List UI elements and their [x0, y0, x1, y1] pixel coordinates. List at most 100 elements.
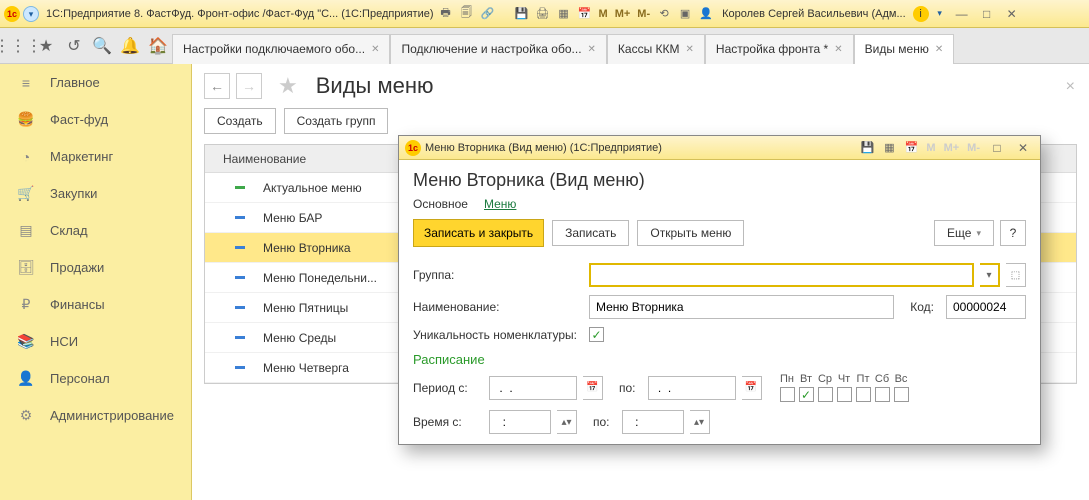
printer-icon[interactable]: 🖨: [534, 6, 552, 22]
chevron-down-icon: ▾: [976, 228, 981, 239]
close-icon[interactable]: ✕: [834, 44, 842, 55]
create-button[interactable]: Создать: [204, 108, 276, 134]
sidebar-item-nsi[interactable]: 📚НСИ: [0, 323, 191, 360]
sidebar-item-sales[interactable]: 🗄Продажи: [0, 249, 191, 286]
info-icon[interactable]: i: [913, 6, 929, 22]
doc-icon[interactable]: 🗐: [458, 6, 476, 22]
current-user: Королев Сергей Васильевич (Адм...: [722, 8, 906, 20]
close-icon[interactable]: ✕: [935, 44, 943, 55]
save-icon[interactable]: 💾: [858, 140, 876, 156]
code-input[interactable]: [946, 295, 1026, 319]
tab-item[interactable]: Кассы ККМ✕: [607, 34, 705, 64]
link-icon[interactable]: 🔗: [479, 6, 497, 22]
stepper-down[interactable]: ▴▾: [690, 410, 710, 434]
save-button[interactable]: Записать: [552, 220, 629, 246]
dropdown-icon[interactable]: ▾: [23, 6, 39, 22]
window-titlebar: 1c ▾ 1С:Предприятие 8. ФастФуд. Фронт-оф…: [0, 0, 1089, 28]
time-to-input[interactable]: [622, 410, 684, 434]
sidebar-item-fastfood[interactable]: 🍔Фаст-фуд: [0, 101, 191, 138]
print-icon[interactable]: 🖶: [437, 6, 455, 22]
day-checkbox[interactable]: [856, 387, 871, 402]
more-button[interactable]: Еще▾: [934, 220, 994, 246]
time-from-label: Время с:: [413, 415, 483, 429]
day-checkbox[interactable]: [780, 387, 795, 402]
sidebar-item-marketing[interactable]: ◔Маркетинг: [0, 138, 191, 175]
day-checkbox[interactable]: ✓: [799, 387, 814, 402]
open-ref-button[interactable]: ⬚: [1006, 263, 1026, 287]
nav-forward-button[interactable]: →: [236, 73, 262, 99]
nav-back-button[interactable]: ←: [204, 73, 230, 99]
calendar-button[interactable]: 📅: [742, 376, 762, 400]
memory-mplus: M+: [942, 142, 962, 154]
dropdown-button[interactable]: ▾: [980, 263, 1000, 287]
apps-icon[interactable]: ⋮⋮⋮: [4, 32, 32, 60]
window-title: 1С:Предприятие 8. ФастФуд. Фронт-офис /Ф…: [46, 8, 434, 20]
info-drop-icon[interactable]: ▾: [932, 6, 948, 22]
sidebar-item-personnel[interactable]: 👤Персонал: [0, 360, 191, 397]
day-checkbox[interactable]: [894, 387, 909, 402]
person-icon: 👤: [18, 371, 34, 387]
maximize-button[interactable]: □: [976, 5, 998, 23]
app-logo-icon: 1c: [405, 140, 421, 156]
tab-item[interactable]: Подключение и настройка обо...✕: [390, 34, 606, 64]
open-menu-button[interactable]: Открыть меню: [637, 220, 744, 246]
period-from-input[interactable]: [489, 376, 577, 400]
gear-icon: ⚙: [18, 408, 34, 424]
tab-item[interactable]: Настройки подключаемого обо...✕: [172, 34, 390, 64]
name-label: Наименование:: [413, 300, 583, 314]
name-input[interactable]: [589, 295, 894, 319]
tab-item[interactable]: Настройка фронта *✕: [705, 34, 854, 64]
group-input[interactable]: [589, 263, 974, 287]
unique-checkbox[interactable]: ✓: [589, 327, 604, 342]
minimize-button[interactable]: —: [951, 5, 973, 23]
day-checkbox[interactable]: [818, 387, 833, 402]
sidebar-item-admin[interactable]: ⚙Администрирование: [0, 397, 191, 434]
modal-close-button[interactable]: ✕: [1012, 139, 1034, 157]
period-to-input[interactable]: [648, 376, 736, 400]
close-button[interactable]: ✕: [1001, 5, 1023, 23]
home-icon[interactable]: 🏠: [144, 32, 172, 60]
finance-icon: ₽: [18, 297, 34, 313]
calc-icon[interactable]: ▦: [880, 140, 898, 156]
calendar-button[interactable]: 📅: [583, 376, 603, 400]
search-icon[interactable]: 🔍: [88, 32, 116, 60]
modal-tab-main[interactable]: Основное: [413, 197, 468, 211]
sidebar-item-finance[interactable]: ₽Финансы: [0, 286, 191, 323]
calendar-icon[interactable]: 📅: [902, 140, 920, 156]
calendar-icon[interactable]: 📅: [576, 6, 594, 22]
memory-mplus[interactable]: M+: [613, 8, 633, 20]
modal-tab-menu[interactable]: Меню: [484, 197, 516, 211]
save-icon[interactable]: 💾: [513, 6, 531, 22]
code-label: Код:: [910, 300, 934, 314]
memory-mminus[interactable]: M-: [635, 8, 652, 20]
day-label: Вт: [800, 373, 812, 385]
panel-icon[interactable]: ▣: [676, 6, 694, 22]
back-icon[interactable]: ⟲: [655, 6, 673, 22]
page-close-icon[interactable]: ×: [1066, 78, 1075, 96]
sidebar-item-purchases[interactable]: 🛒Закупки: [0, 175, 191, 212]
bell-icon[interactable]: 🔔: [116, 32, 144, 60]
day-checkbox[interactable]: [837, 387, 852, 402]
memory-m[interactable]: M: [597, 8, 610, 20]
calc-icon[interactable]: ▦: [555, 6, 573, 22]
favorite-icon[interactable]: ★: [32, 32, 60, 60]
modal-title: Меню Вторника (Вид меню) (1С:Предприятие…: [425, 142, 662, 154]
help-button[interactable]: ?: [1000, 220, 1026, 246]
history-icon[interactable]: ↺: [60, 32, 88, 60]
sidebar-item-stock[interactable]: ▤Склад: [0, 212, 191, 249]
save-close-button[interactable]: Записать и закрыть: [413, 219, 544, 247]
close-icon[interactable]: ✕: [371, 44, 379, 55]
close-icon[interactable]: ✕: [588, 44, 596, 55]
sidebar-item-main[interactable]: ≡Главное: [0, 64, 191, 101]
stepper-up[interactable]: ▴▾: [557, 410, 577, 434]
day-checkbox[interactable]: [875, 387, 890, 402]
close-icon[interactable]: ✕: [686, 44, 694, 55]
modal-restore-button[interactable]: □: [986, 139, 1008, 157]
star-icon[interactable]: ★: [278, 73, 298, 99]
group-label: Группа:: [413, 268, 583, 282]
memory-mminus: M-: [965, 142, 982, 154]
create-group-button[interactable]: Создать групп: [284, 108, 389, 134]
time-from-input[interactable]: [489, 410, 551, 434]
nsi-icon: 📚: [18, 334, 34, 350]
tab-item-active[interactable]: Виды меню✕: [854, 34, 955, 64]
